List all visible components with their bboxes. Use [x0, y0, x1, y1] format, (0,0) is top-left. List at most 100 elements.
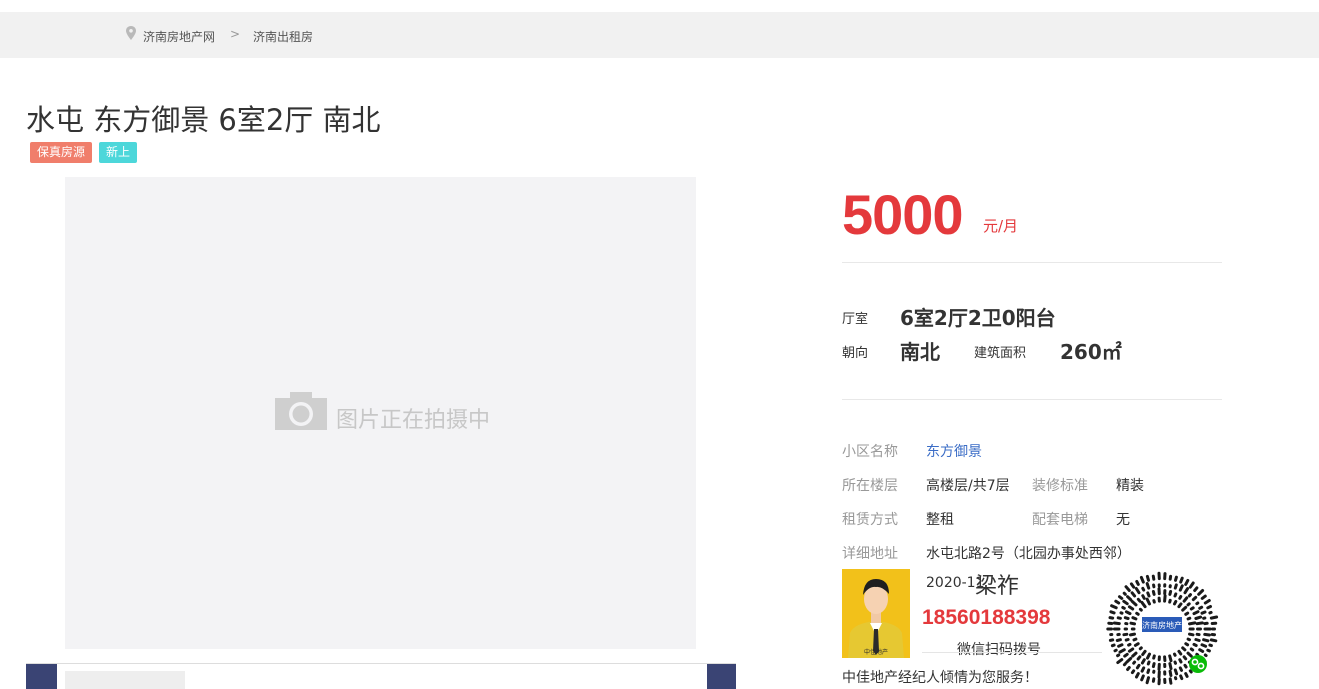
layout-label: 厅室 [842, 308, 868, 327]
qr-pattern-mark [1112, 645, 1114, 646]
verified-tag: 保真房源 [30, 142, 92, 163]
breadcrumb-link-home[interactable]: 济南房地产网 [143, 28, 215, 45]
qr-pattern-mark [1119, 645, 1122, 646]
wechat-scan-hint: 微信扫码拨号 [957, 639, 1041, 659]
qr-pattern-mark [1180, 660, 1181, 662]
breadcrumb-link-rentals[interactable]: 济南出租房 [253, 28, 313, 45]
qr-pattern-mark [1132, 601, 1136, 605]
qr-pattern-mark [1147, 584, 1149, 589]
qr-pattern-mark [1140, 609, 1141, 610]
qr-pattern-mark [1210, 612, 1211, 613]
agent-portrait-icon: 中佳地产 [842, 569, 910, 658]
qr-pattern-mark [1190, 583, 1193, 587]
qr-pattern-mark [1142, 668, 1144, 671]
rent-type-value: 整租 [926, 509, 954, 529]
qr-pattern-mark [1180, 586, 1182, 590]
qr-pattern-mark [1186, 580, 1188, 584]
qr-pattern-mark [1131, 584, 1133, 587]
wechat-qr-code[interactable]: 济南房地产 [1103, 571, 1221, 687]
qr-pattern-mark [1142, 603, 1145, 607]
qr-pattern-mark [1170, 671, 1171, 675]
qr-pattern-mark [1170, 600, 1171, 602]
agent-phone[interactable]: 18560188398 [922, 606, 1050, 630]
qr-pattern-mark [1118, 660, 1122, 663]
thumbnail-strip [26, 663, 736, 688]
orientation-value: 南北 [900, 336, 940, 365]
qr-pattern-mark [1184, 598, 1187, 601]
qr-pattern-mark [1147, 576, 1148, 580]
agent-name[interactable]: 梁祚 [975, 568, 1019, 600]
qr-pattern-mark [1129, 607, 1132, 609]
qr-pattern-mark [1124, 601, 1127, 603]
thumbnail-prev-button[interactable] [26, 664, 57, 689]
qr-pattern-mark [1132, 671, 1133, 673]
qr-pattern-mark [1208, 607, 1211, 608]
qr-pattern-mark [1170, 656, 1171, 661]
qr-pattern-mark [1183, 648, 1185, 650]
qr-pattern-mark [1138, 599, 1140, 601]
qr-pattern-mark [1202, 612, 1205, 613]
rent-type-label: 租赁方式 [842, 509, 898, 529]
address-value: 水屯北路2号（北园办事处西邻） [926, 543, 1131, 563]
divider [842, 399, 1222, 400]
floor-label: 所在楼层 [842, 475, 898, 495]
qr-pattern-mark [1132, 593, 1135, 596]
qr-pattern-mark [1204, 640, 1208, 641]
thumbnail-next-button[interactable] [707, 664, 736, 689]
community-link[interactable]: 东方御景 [926, 441, 982, 461]
qr-pattern-mark [1110, 640, 1112, 641]
qr-pattern-mark [1118, 655, 1119, 656]
qr-pattern-mark [1197, 623, 1202, 624]
qr-pattern-mark [1184, 657, 1186, 659]
qr-pattern-mark [1176, 577, 1177, 580]
qr-pattern-mark [1186, 613, 1188, 614]
qr-pattern-mark [1142, 660, 1144, 663]
qr-pattern-mark [1170, 679, 1171, 683]
qr-pattern-mark [1126, 587, 1129, 591]
qr-pattern-mark [1111, 612, 1114, 613]
qr-pattern-mark [1205, 601, 1209, 604]
qr-pattern-mark [1175, 601, 1176, 604]
qr-pattern-mark [1134, 639, 1136, 640]
qr-pattern-mark [1126, 640, 1128, 641]
qr-pattern-mark [1211, 640, 1216, 641]
thumbnail-item[interactable] [65, 671, 185, 689]
qr-pattern-mark [1137, 613, 1139, 614]
qr-pattern-mark [1137, 582, 1139, 585]
qr-pattern-mark [1205, 634, 1210, 635]
photo-placeholder-text: 图片正在拍摄中 [336, 402, 490, 434]
qr-pattern-mark [1137, 665, 1139, 668]
qr-pattern-mark [1196, 640, 1199, 641]
qr-pattern-mark [1180, 668, 1181, 671]
listing-photo[interactable]: 图片正在拍摄中 [65, 177, 696, 649]
qr-pattern-mark [1126, 612, 1130, 614]
qr-pattern-mark [1141, 577, 1143, 582]
qr-pattern-mark [1210, 645, 1212, 646]
page-title: 水屯 东方御景 6室2厅 南北 [26, 97, 381, 139]
community-label: 小区名称 [842, 441, 898, 461]
qr-pattern-mark [1136, 589, 1139, 593]
area-value: 260㎡ [1060, 336, 1122, 365]
qr-pattern-mark [1129, 644, 1130, 645]
qr-pattern-mark [1143, 651, 1145, 654]
qr-pattern-mark [1128, 668, 1130, 670]
qr-pattern-mark [1175, 654, 1176, 655]
qr-pattern-mark [1153, 664, 1154, 667]
qr-pattern-mark [1195, 588, 1197, 591]
qr-pattern-mark [1124, 664, 1125, 665]
location-pin-icon [125, 26, 137, 40]
qr-pattern-mark [1186, 674, 1187, 677]
qr-pattern-mark [1186, 644, 1188, 645]
qr-pattern-mark [1175, 670, 1176, 674]
qr-pattern-mark [1140, 648, 1141, 649]
qr-pattern-mark [1191, 608, 1193, 609]
qr-pattern-mark [1200, 607, 1202, 608]
qr-pattern-mark [1154, 656, 1155, 658]
qr-pattern-mark [1125, 618, 1128, 619]
elevator-label: 配套电梯 [1032, 509, 1088, 529]
qr-pattern-mark [1179, 651, 1181, 654]
new-tag: 新上 [99, 142, 137, 163]
agent-avatar[interactable]: 中佳地产 [842, 569, 910, 658]
decoration-value: 精装 [1116, 475, 1144, 495]
qr-pattern-mark [1131, 634, 1135, 635]
